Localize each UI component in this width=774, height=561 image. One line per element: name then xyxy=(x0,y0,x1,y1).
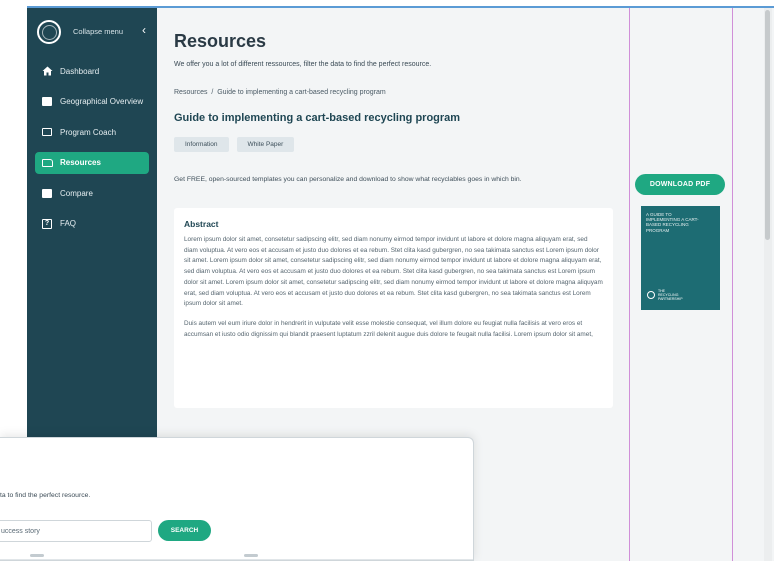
collapse-menu-label[interactable]: Collapse menu xyxy=(73,27,123,36)
search-button[interactable]: SEARCH xyxy=(158,520,211,541)
download-pdf-button[interactable]: DOWNLOAD PDF xyxy=(635,174,725,195)
overlay-divider xyxy=(0,559,473,560)
logo-icon xyxy=(37,20,61,44)
cover-logo: THE RECYCLING PARTNERSHIP xyxy=(647,289,683,301)
pdf-cover-thumbnail[interactable]: A GUIDE TO IMPLEMENTING A CART-BASED REC… xyxy=(641,206,720,310)
folder-icon xyxy=(41,158,53,168)
breadcrumb: Resources / Guide to implementing a cart… xyxy=(174,89,386,96)
page-subtitle: We offer you a lot of different ressourc… xyxy=(174,61,432,68)
map-icon xyxy=(41,97,53,107)
sidebar-item-label: Compare xyxy=(60,188,93,198)
tag-white-paper[interactable]: White Paper xyxy=(236,137,295,152)
coach-icon xyxy=(41,127,53,137)
abstract-card: Abstract Lorem ipsum dolor sit amet, con… xyxy=(174,208,613,408)
home-icon xyxy=(41,66,53,76)
vertical-scrollbar[interactable] xyxy=(764,6,772,561)
abstract-paragraph-1: Lorem ipsum dolor sit amet, consetetur s… xyxy=(184,236,603,308)
layout-guide-line xyxy=(629,6,630,561)
layout-guide-line xyxy=(732,6,733,561)
compare-icon xyxy=(41,188,53,198)
circle-logo-icon xyxy=(647,291,655,299)
cover-title: A GUIDE TO IMPLEMENTING A CART-BASED REC… xyxy=(646,212,699,233)
sidebar-item-label: Geographical Overview xyxy=(60,97,144,106)
faq-icon: ? xyxy=(41,218,53,229)
tag-information[interactable]: Information xyxy=(174,137,229,152)
sidebar-item-dashboard[interactable]: Dashboard xyxy=(35,60,149,82)
column-header-stub xyxy=(30,554,44,557)
sidebar-item-faq[interactable]: ? FAQ xyxy=(35,213,149,235)
resource-tags: Information White Paper xyxy=(174,137,295,152)
breadcrumb-root[interactable]: Resources xyxy=(174,89,207,96)
sidebar-item-resources[interactable]: Resources xyxy=(35,151,149,174)
resource-description: Get FREE, open-sourced templates you can… xyxy=(174,176,522,183)
sidebar-item-program-coach[interactable]: Program Coach xyxy=(35,121,149,143)
sidebar-item-label: Dashboard xyxy=(60,66,100,76)
secondary-window: ta to find the perfect resource. SEARCH xyxy=(0,437,474,561)
sidebar-item-label: Resources xyxy=(60,158,101,167)
sidebar-item-geographical-overview[interactable]: Geographical Overview xyxy=(35,91,149,113)
sidebar-header: Collapse menu ‹ xyxy=(35,18,157,52)
cover-logo-text: THE RECYCLING PARTNERSHIP xyxy=(658,289,683,301)
chevron-left-icon[interactable]: ‹ xyxy=(142,23,146,37)
sidebar-item-compare[interactable]: Compare xyxy=(35,182,149,204)
resource-title: Guide to implementing a cart-based recyc… xyxy=(174,112,461,124)
abstract-paragraph-2: Duis autem vel eum iriure dolor in hendr… xyxy=(184,319,593,338)
sidebar-item-label: FAQ xyxy=(60,219,77,228)
breadcrumb-separator: / xyxy=(211,89,214,96)
window-top-edge xyxy=(27,6,774,8)
sidebar-item-label: Program Coach xyxy=(60,127,117,137)
column-header-stub xyxy=(244,554,258,557)
scrollbar-thumb[interactable] xyxy=(765,10,770,240)
overlay-subtitle: ta to find the perfect resource. xyxy=(0,492,91,499)
abstract-heading: Abstract xyxy=(184,219,219,229)
breadcrumb-current: Guide to implementing a cart-based recyc… xyxy=(217,89,386,96)
page-title: Resources xyxy=(174,31,267,51)
sidebar-nav: Dashboard Geographical Overview Program … xyxy=(35,60,149,243)
search-input[interactable] xyxy=(0,520,152,542)
